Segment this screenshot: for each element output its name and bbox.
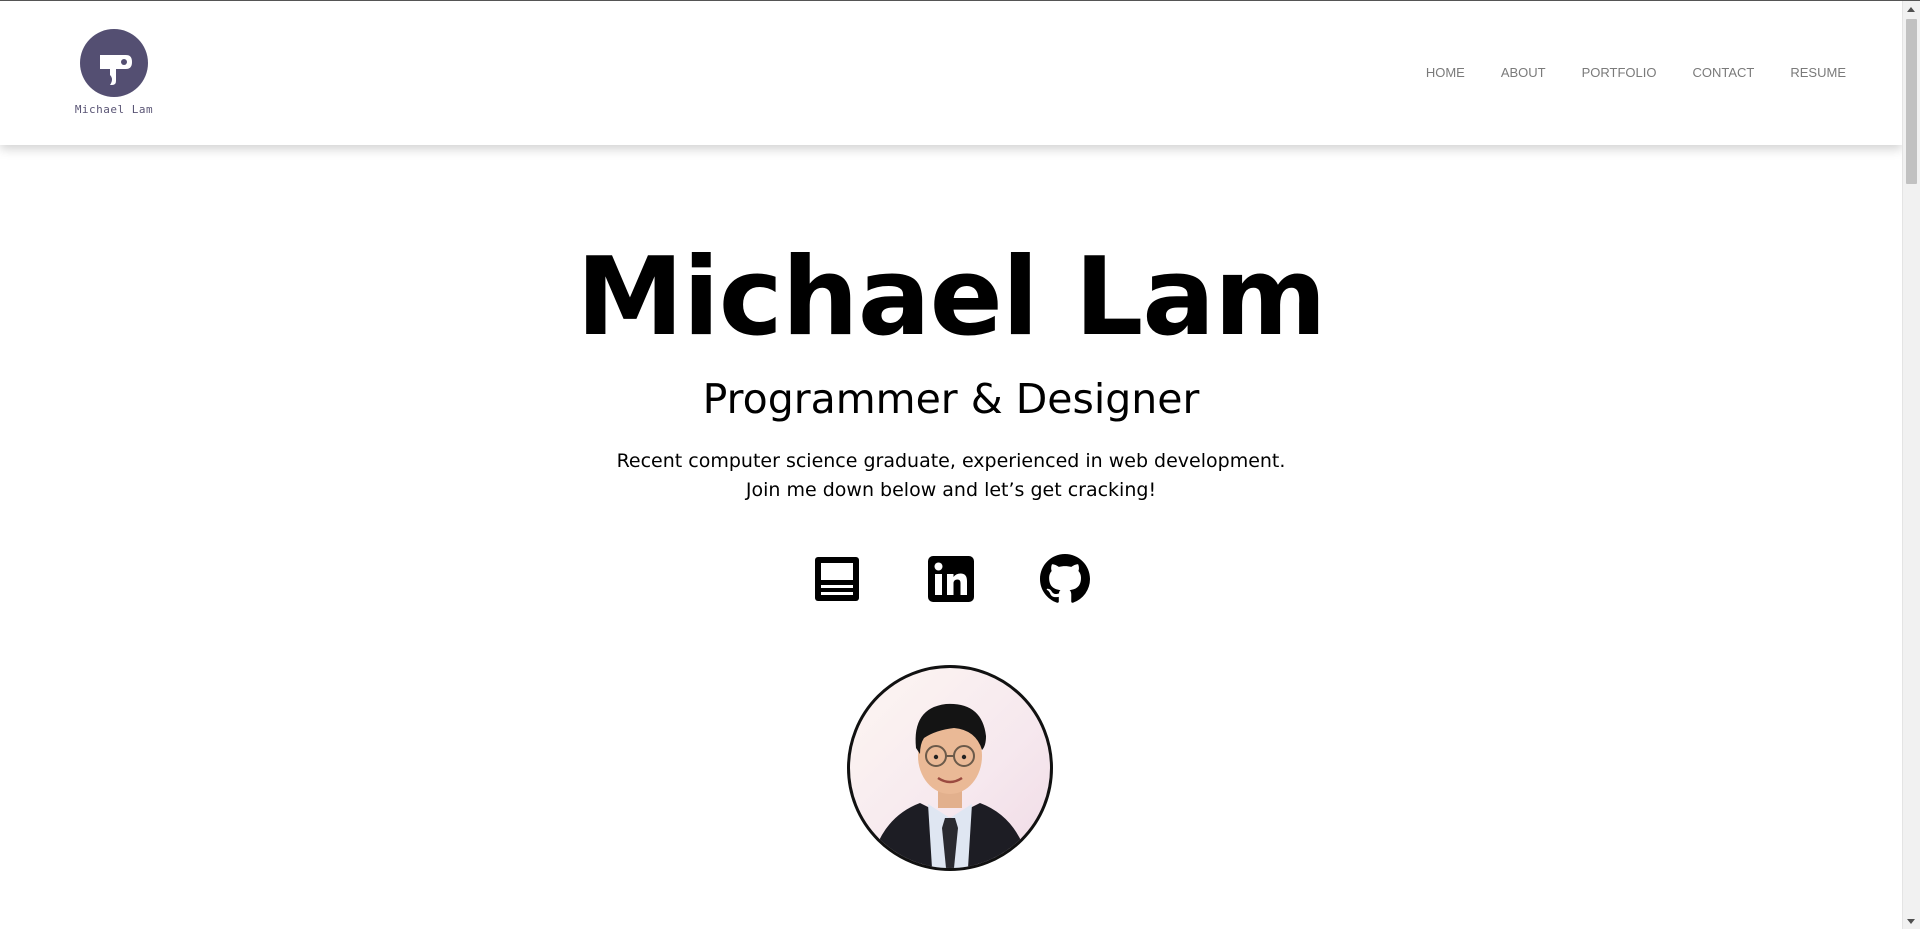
- github-link[interactable]: [1040, 554, 1090, 604]
- scroll-down-icon[interactable]: [1907, 919, 1915, 924]
- nav-contact[interactable]: CONTACT: [1693, 65, 1755, 80]
- logo-icon: [80, 29, 148, 97]
- linkedin-link[interactable]: [926, 554, 976, 604]
- social-links: [0, 554, 1902, 604]
- hero-description-line-1: Recent computer science graduate, experi…: [616, 450, 1286, 472]
- scroll-thumb[interactable]: [1906, 19, 1917, 184]
- scroll-up-icon[interactable]: [1907, 7, 1915, 12]
- linkedin-icon: [928, 556, 974, 602]
- hero-role: Programmer & Designer: [702, 375, 1200, 423]
- hero-description: Recent computer science graduate, experi…: [0, 447, 1902, 505]
- nav-home[interactable]: HOME: [1426, 65, 1465, 80]
- site-logo[interactable]: Michael Lam: [72, 29, 156, 116]
- resume-icon: [815, 557, 859, 601]
- hero-name: Michael Lam: [576, 235, 1326, 360]
- profile-photo: [847, 665, 1053, 871]
- logo-text: Michael Lam: [74, 103, 154, 116]
- profile-photo-illustration: [870, 703, 1030, 868]
- nav-resume[interactable]: RESUME: [1790, 65, 1846, 80]
- hero-description-line-2: Join me down below and let’s get crackin…: [745, 479, 1157, 501]
- main-nav: HOME ABOUT PORTFOLIO CONTACT RESUME: [1390, 65, 1846, 80]
- github-icon: [1040, 554, 1090, 603]
- navbar: Michael Lam HOME ABOUT PORTFOLIO CONTACT…: [0, 1, 1902, 145]
- page: Michael Lam HOME ABOUT PORTFOLIO CONTACT…: [0, 0, 1920, 929]
- page-scrollbar[interactable]: [1902, 1, 1920, 929]
- nav-portfolio[interactable]: PORTFOLIO: [1582, 65, 1657, 80]
- nav-about[interactable]: ABOUT: [1501, 65, 1546, 80]
- resume-link[interactable]: [812, 554, 862, 604]
